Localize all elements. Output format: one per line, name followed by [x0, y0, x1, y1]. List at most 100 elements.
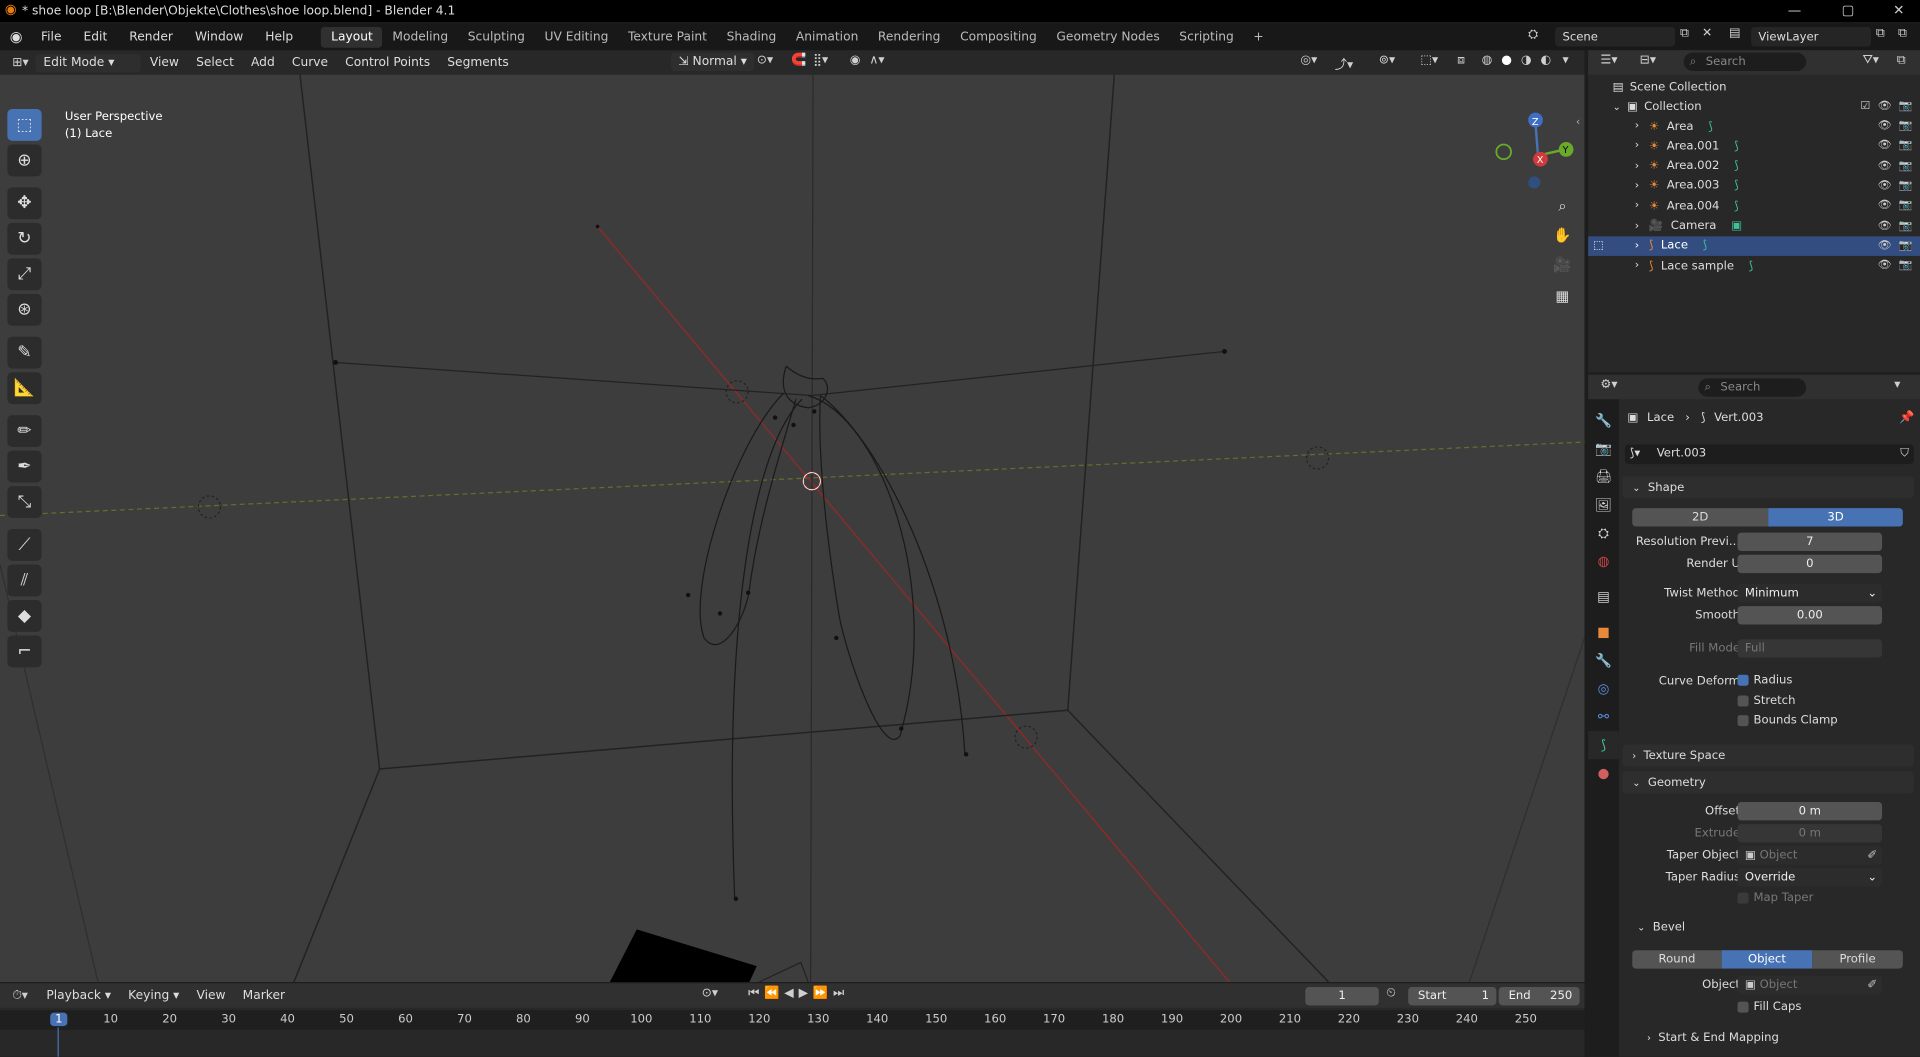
prev-keyframe-icon[interactable]: ⏪ — [764, 987, 784, 1000]
tab-material[interactable]: ● — [1588, 759, 1619, 787]
move-tool[interactable]: ✥ — [7, 187, 42, 220]
dimension-3d-button[interactable]: 3D — [1768, 508, 1903, 527]
pivot-point-icon[interactable]: ⊙▾ — [757, 54, 773, 67]
outliner-search-input[interactable]: ⌕ Search — [1683, 52, 1807, 72]
texture-space-panel-header[interactable]: › Texture Space — [1622, 744, 1914, 767]
material-shading-icon[interactable]: ◑ — [1521, 54, 1532, 67]
menu-edit[interactable]: Edit — [73, 30, 119, 43]
snap-icon[interactable]: 🧲 — [791, 54, 806, 67]
twist-method-dropdown[interactable]: Minimum ⌄ — [1737, 584, 1883, 603]
expand-icon[interactable]: › — [1635, 180, 1639, 192]
pan-hand-icon[interactable]: ✋ — [1549, 222, 1576, 249]
3d-viewport[interactable]: Z Y X ⬚ ⊕ ✥ ↻ ⤢ ⊛ ✎ 📐 ✏ ✒ ⤡ ⟋ ⫽ ◆ ⌐ User… — [0, 74, 1585, 983]
taper-radius-dropdown[interactable]: Override ⌄ — [1737, 868, 1883, 887]
delete-scene-icon[interactable]: ✕ — [1702, 27, 1712, 40]
eye-icon[interactable]: 👁 — [1878, 180, 1892, 192]
eye-icon[interactable]: 👁 — [1878, 260, 1892, 272]
transform-orientation-dropdown[interactable]: ⇲ Normal ▾ — [671, 52, 755, 72]
next-keyframe-icon[interactable]: ⏩ — [813, 987, 833, 1000]
pin-icon[interactable]: 📌 — [1899, 411, 1914, 424]
menu-keying[interactable]: Keying ▾ — [120, 989, 188, 1002]
fake-user-icon[interactable]: ⛉ — [1900, 444, 1909, 464]
radius-tool[interactable]: ⟋ — [7, 528, 42, 561]
overlay-toggle-icon[interactable]: ⊚▾ — [1379, 54, 1395, 67]
shape-panel-header[interactable]: ⌄ Shape — [1622, 476, 1914, 499]
outliner-collection[interactable]: ⌄ ▣ Collection ☑ 👁 📷 — [1588, 97, 1920, 117]
tab-collection[interactable]: ▤ — [1588, 583, 1619, 611]
tab-layout[interactable]: Layout — [321, 26, 383, 48]
fill-caps-checkbox[interactable]: Fill Caps — [1737, 1000, 1801, 1014]
menu-curve[interactable]: Curve — [283, 56, 336, 69]
delete-view-layer-icon[interactable]: ⧉ — [1898, 27, 1907, 40]
fill-mode-dropdown[interactable]: Full — [1737, 639, 1883, 658]
checkbox-icon[interactable]: ☑ — [1860, 100, 1870, 112]
extrude-tool[interactable]: ⤡ — [7, 486, 42, 518]
new-collection-icon[interactable]: ⧉ — [1897, 54, 1906, 67]
shading-options-icon[interactable]: ▾ — [1562, 54, 1568, 67]
rotate-tool[interactable]: ↻ — [7, 222, 42, 255]
rendered-shading-icon[interactable]: ◐ — [1540, 54, 1551, 67]
expand-icon[interactable]: › — [1635, 240, 1639, 252]
view-layer-icon[interactable]: ▤ — [1729, 27, 1741, 40]
radius-checkbox[interactable]: Radius — [1737, 673, 1792, 687]
draw-tool[interactable]: ✏ — [7, 415, 42, 447]
bevel-object-field[interactable]: ▣ Object ✐ — [1737, 975, 1883, 995]
tab-world[interactable]: ◍ — [1588, 547, 1619, 575]
offset-field[interactable]: 0 m — [1737, 802, 1883, 821]
outliner-item[interactable]: › ☀ Area.003 ⟆ 👁 📷 — [1588, 176, 1920, 196]
blender-menu-icon[interactable]: ◉ — [0, 28, 30, 45]
start-end-mapping-header[interactable]: › Start & End Mapping — [1647, 1031, 1779, 1044]
menu-segments[interactable]: Segments — [439, 56, 518, 69]
expand-icon[interactable]: › — [1635, 120, 1639, 132]
close-icon[interactable]: ✕ — [1893, 2, 1904, 18]
camera-render-icon[interactable]: 📷 — [1899, 240, 1913, 252]
map-taper-checkbox[interactable]: Map Taper — [1737, 891, 1813, 905]
menu-help[interactable]: Help — [254, 30, 304, 43]
bevel-object-button[interactable]: Object — [1721, 950, 1813, 969]
outliner-item[interactable]: › ☀ Area.001 ⟆ 👁 📷 — [1588, 136, 1920, 156]
tab-curve-data[interactable]: ⟆ — [1588, 731, 1619, 760]
zoom-icon[interactable]: ⌕ — [1549, 192, 1576, 219]
bounds-clamp-checkbox[interactable]: Bounds Clamp — [1737, 714, 1838, 727]
tab-shading[interactable]: Shading — [717, 26, 786, 47]
tab-modeling[interactable]: Modeling — [383, 26, 458, 47]
new-view-layer-icon[interactable]: ⧉ — [1876, 27, 1885, 40]
render-u-field[interactable]: 0 — [1737, 554, 1883, 574]
menu-file[interactable]: File — [30, 30, 73, 43]
expand-icon[interactable]: › — [1635, 260, 1639, 272]
timeline-editor-icon[interactable]: ⏱▾ — [0, 989, 38, 1002]
falloff-icon[interactable]: ∧▾ — [869, 54, 884, 67]
menu-view[interactable]: View — [141, 56, 187, 69]
tab-uv-editing[interactable]: UV Editing — [535, 26, 618, 47]
add-workspace-button[interactable]: + — [1244, 26, 1274, 47]
light-data-icon[interactable]: ⟆ — [1734, 199, 1739, 212]
stretch-checkbox[interactable]: Stretch — [1737, 694, 1795, 708]
auto-keying-icon[interactable]: ⊙▾ — [702, 987, 718, 1000]
camera-render-icon[interactable]: 📷 — [1899, 220, 1913, 232]
eyedropper-icon[interactable]: ✐ — [1867, 846, 1877, 864]
tab-view-layer[interactable]: 🖼 — [1588, 491, 1619, 519]
filter-icon[interactable]: ⛛▾ — [1862, 54, 1878, 67]
editor-type-icon[interactable]: ⊞▾ — [0, 56, 36, 69]
wireframe-shading-icon[interactable]: ◍ — [1482, 54, 1493, 67]
curve-data-icon[interactable]: ⟆ — [1703, 239, 1708, 252]
menu-window[interactable]: Window — [184, 30, 254, 43]
eyedropper-icon[interactable]: ✐ — [1867, 976, 1877, 994]
tab-rendering[interactable]: Rendering — [868, 26, 950, 47]
expand-icon[interactable]: › — [1635, 200, 1639, 212]
taper-object-field[interactable]: ▣ Object ✐ — [1737, 846, 1883, 865]
outliner-item[interactable]: › ⟆ Lace sample ⟆ 👁 📷 — [1588, 256, 1920, 276]
mode-selector[interactable]: Edit Mode ▾ — [36, 53, 142, 72]
xray-toggle-icon[interactable]: ⧈ — [1457, 54, 1465, 67]
proportional-edit-icon[interactable]: ◉ — [850, 54, 861, 67]
scene-selector[interactable]: Scene — [1555, 26, 1676, 47]
pen-tool[interactable]: ✒ — [7, 450, 42, 483]
end-frame-field[interactable]: End 250 — [1498, 986, 1580, 1006]
outliner-item[interactable]: › ☀ Area ⟆ 👁 📷 — [1588, 116, 1920, 136]
tab-modifiers[interactable]: 🔧 — [1588, 647, 1619, 675]
outliner-item[interactable]: › ☀ Area.004 ⟆ 👁 📷 — [1588, 196, 1920, 216]
measure-tool[interactable]: 📐 — [7, 372, 42, 405]
transform-tool[interactable]: ⊛ — [7, 293, 42, 326]
tab-geometry-nodes[interactable]: Geometry Nodes — [1047, 26, 1170, 47]
menu-timeline-view[interactable]: View — [188, 989, 234, 1002]
